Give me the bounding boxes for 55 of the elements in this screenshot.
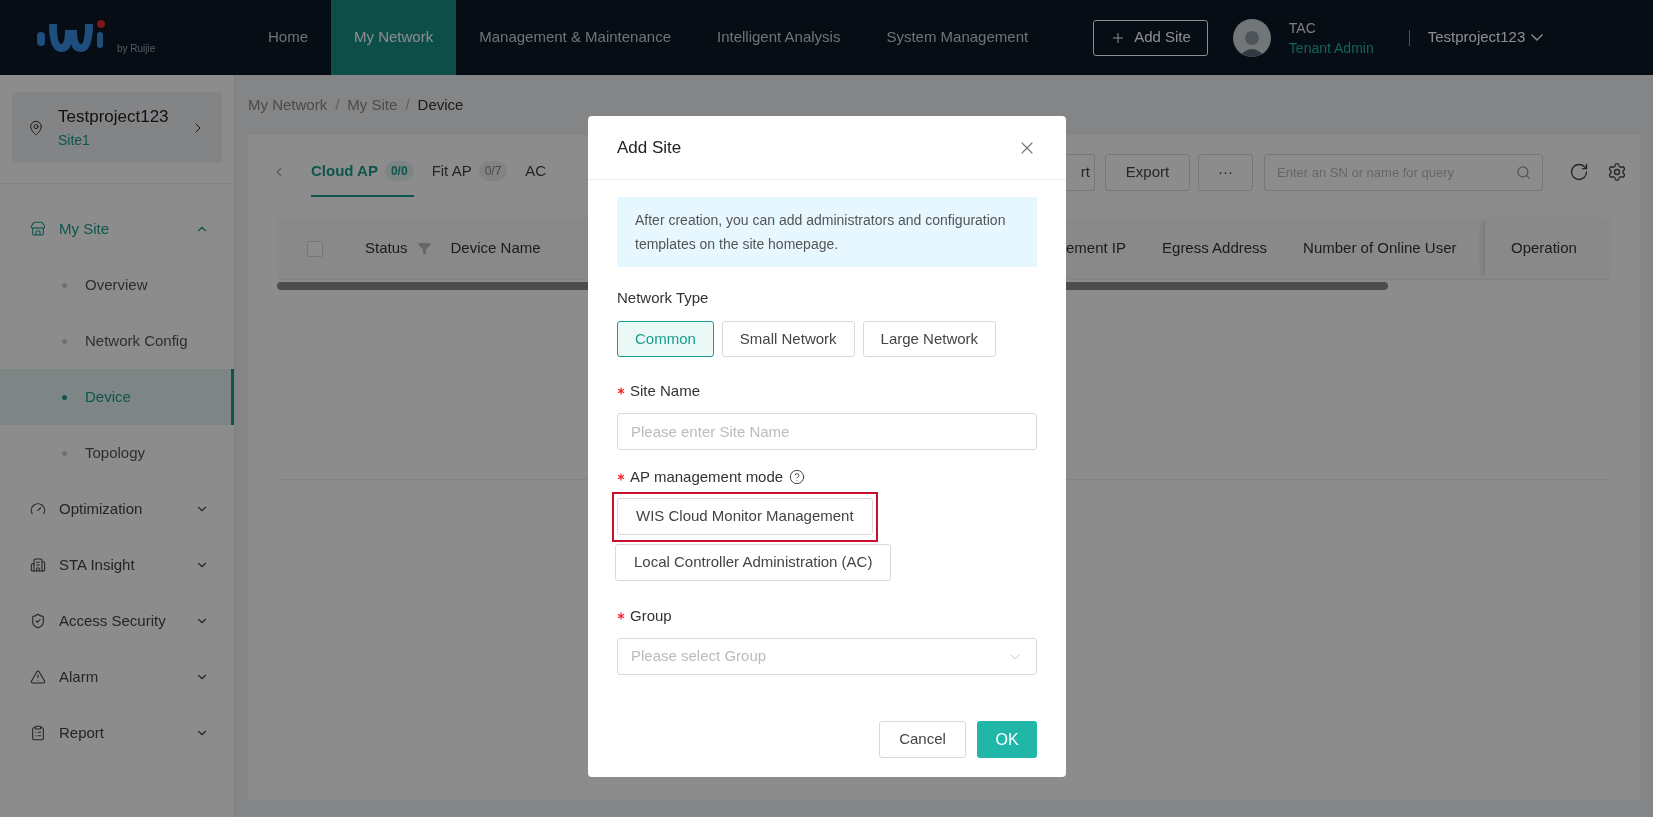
- column-header: ement IP: [1066, 238, 1127, 259]
- field-label: Site Name: [630, 380, 701, 401]
- site-name-input[interactable]: Please enter Site Name: [617, 413, 1037, 450]
- device-tab[interactable]: AC: [525, 147, 547, 197]
- sidebar-subitem[interactable]: Device: [0, 369, 234, 425]
- sidebar-item[interactable]: Report: [0, 705, 234, 761]
- sidebar-item[interactable]: My Site: [0, 201, 234, 257]
- column-header: Number of Online User: [1303, 238, 1457, 259]
- nav-tab[interactable]: Home: [245, 0, 331, 75]
- field-label: Network Type: [617, 288, 710, 307]
- nav-tab[interactable]: My Network: [331, 0, 457, 75]
- ap-mode-option[interactable]: WIS Cloud Monitor Management: [617, 498, 873, 535]
- site-name: Site1: [58, 130, 91, 150]
- network-type-option[interactable]: Common: [617, 321, 714, 357]
- toolbar-button[interactable]: Export: [1105, 153, 1190, 191]
- sidebar-item[interactable]: Access Security: [0, 593, 234, 649]
- breadcrumb-separator: /: [405, 94, 410, 115]
- breadcrumb-separator: /: [335, 94, 340, 115]
- nav-tab[interactable]: Intelligent Analysis: [694, 0, 864, 75]
- field-label: Group: [630, 605, 672, 626]
- logo-caption: by Ruijie: [117, 41, 156, 56]
- nav-tab[interactable]: Management & Maintenance: [456, 0, 694, 75]
- count-badge: 0/0: [384, 161, 414, 181]
- user-name: TAC: [1288, 18, 1317, 38]
- sidebar-item[interactable]: Optimization: [0, 481, 234, 537]
- column-header: Status: [365, 238, 408, 259]
- user-role: Tenant Admin: [1288, 38, 1374, 58]
- sidebar-item[interactable]: STA Insight: [0, 537, 234, 593]
- column-header: Operation: [1485, 218, 1611, 279]
- count-badge: 0/7: [478, 161, 508, 181]
- project-card[interactable]: Testproject123 Site1: [12, 92, 222, 163]
- project-dropdown[interactable]: Testproject123: [1427, 26, 1544, 49]
- cancel-button[interactable]: Cancel: [879, 721, 966, 758]
- breadcrumb-item: Device: [417, 94, 464, 115]
- info-banner: After creation, you can add administrators and configuration templates on the site homepage.: [617, 197, 1037, 267]
- dialog-title: Add Site: [617, 136, 682, 159]
- ap-mode-option[interactable]: Local Controller Administration (AC): [615, 544, 892, 581]
- device-tab[interactable]: Cloud AP 0/0: [311, 147, 414, 197]
- breadcrumb-item[interactable]: My Site: [347, 93, 398, 117]
- column-header: Device Name: [450, 238, 541, 259]
- column-header: Egress Address: [1162, 238, 1268, 259]
- network-type-option[interactable]: Large Network: [862, 321, 997, 357]
- project-name: Testproject123: [58, 106, 170, 129]
- network-type-option[interactable]: Small Network: [721, 321, 855, 357]
- field-label: AP management mode: [630, 466, 784, 487]
- sidebar-subitem[interactable]: Network Config: [0, 313, 234, 369]
- add-site-button[interactable]: Add Site: [1093, 19, 1208, 56]
- toolbar-button[interactable]: ···: [1198, 153, 1253, 191]
- sidebar-item[interactable]: Alarm: [0, 649, 234, 705]
- device-tab[interactable]: Fit AP 0/7: [431, 147, 508, 197]
- breadcrumb-item[interactable]: My Network: [248, 93, 328, 117]
- sidebar-subitem[interactable]: Overview: [0, 257, 234, 313]
- sidebar-subitem[interactable]: Topology: [0, 425, 234, 481]
- ok-button[interactable]: OK: [977, 721, 1037, 758]
- nav-tab[interactable]: System Management: [863, 0, 1052, 75]
